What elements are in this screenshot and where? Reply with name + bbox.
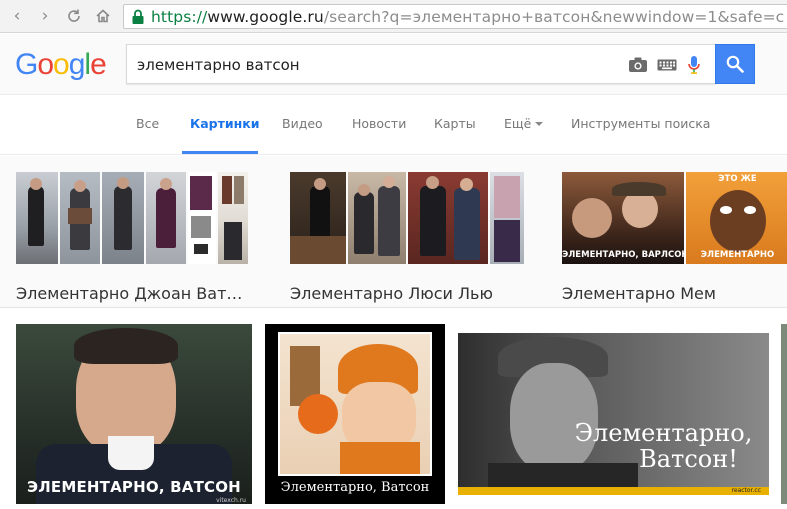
search-box[interactable]: [126, 44, 716, 84]
camera-icon[interactable]: [627, 55, 649, 75]
meme-caption: ЭТО ЖЕ: [718, 174, 757, 184]
search-button[interactable]: [715, 44, 755, 84]
related-label[interactable]: Элементарно Люси Лью: [290, 284, 493, 303]
search-tabs: Все Картинки Видео Новости Карты Ещё Инс…: [0, 95, 787, 155]
logo-letter: e: [90, 48, 107, 81]
related-label[interactable]: Элементарно Джоан Ват…: [16, 284, 242, 303]
image-result[interactable]: Элементарно, Ватсон: [265, 324, 445, 504]
search-header: Google: [0, 34, 787, 95]
image-caption: ЭЛЕМЕНТАРНО, ВАТСОН: [27, 478, 241, 496]
related-thumbnail[interactable]: [348, 172, 406, 264]
logo-letter: G: [15, 48, 38, 81]
logo-letter: g: [68, 48, 86, 81]
keyboard-icon[interactable]: [656, 55, 678, 75]
watermark: reactor.cc: [731, 487, 761, 494]
image-result[interactable]: ЭЛЕМЕНТАРНО, ВАТСОН vitexch.ru: [16, 324, 252, 504]
address-bar[interactable]: https://www.google.ru/search?q=элементар…: [123, 4, 787, 29]
active-tab-indicator: [182, 151, 258, 154]
related-thumbnail[interactable]: [490, 172, 524, 264]
meme-caption: ЭЛЕМЕНТАРНО: [700, 250, 775, 260]
related-thumbnail[interactable]: [188, 172, 216, 264]
related-thumbnail[interactable]: [218, 172, 248, 264]
forward-icon[interactable]: ›: [34, 5, 56, 27]
home-icon[interactable]: [92, 5, 114, 27]
image-caption: Ватсон!: [639, 445, 738, 473]
tab-more[interactable]: Ещё: [504, 116, 544, 131]
tab-maps[interactable]: Карты: [434, 116, 476, 131]
related-card-joan-watson[interactable]: Элементарно Джоан Ват…: [16, 172, 252, 303]
related-thumbnail[interactable]: [16, 172, 58, 264]
browser-toolbar: ‹ › https://www.google.ru/search?q=элеме…: [0, 0, 787, 33]
google-logo[interactable]: Google: [15, 48, 107, 82]
tab-news[interactable]: Новости: [352, 116, 406, 131]
meme-caption: ЭЛЕМЕНТАРНО, ВАРЛСОН: [562, 250, 684, 260]
related-card-lucy-liu[interactable]: Элементарно Люси Лью: [290, 172, 524, 303]
tab-more-label: Ещё: [504, 116, 532, 131]
logo-letter: o: [37, 48, 54, 81]
tab-all[interactable]: Все: [136, 116, 159, 131]
related-thumbnail[interactable]: ЭЛЕМЕНТАРНО, ВАРЛСОН: [562, 172, 684, 264]
tab-images[interactable]: Картинки: [190, 116, 259, 131]
related-label[interactable]: Элементарно Мем: [562, 284, 716, 303]
logo-letter: o: [53, 48, 70, 81]
watermark: vitexch.ru: [216, 497, 246, 504]
image-results: ЭЛЕМЕНТАРНО, ВАТСОН vitexch.ru Элементар…: [0, 309, 787, 509]
related-thumbnail[interactable]: [408, 172, 488, 264]
lock-icon: [129, 8, 147, 26]
image-caption: Элементарно, Ватсон: [280, 480, 430, 495]
related-thumbnail[interactable]: [290, 172, 346, 264]
url-text: https://www.google.ru/search?q=элементар…: [151, 7, 785, 26]
tab-search-tools[interactable]: Инструменты поиска: [571, 116, 710, 131]
tab-video[interactable]: Видео: [282, 116, 323, 131]
search-input[interactable]: [137, 54, 617, 76]
image-caption: Элементарно,: [574, 419, 753, 447]
related-card-meme[interactable]: ЭЛЕМЕНТАРНО, ВАРЛСОН ЭТО ЖЕ ЭЛЕМЕНТАРНО …: [562, 172, 787, 303]
search-icon: [726, 55, 744, 73]
related-thumbnail[interactable]: ЭТО ЖЕ ЭЛЕМЕНТАРНО: [686, 172, 787, 264]
related-thumbnail[interactable]: [102, 172, 144, 264]
chevron-down-icon: [535, 122, 544, 126]
back-icon[interactable]: ‹: [6, 5, 28, 27]
microphone-icon[interactable]: [683, 55, 705, 75]
related-thumbnail[interactable]: [60, 172, 100, 264]
image-result[interactable]: [781, 324, 787, 504]
related-searches: Элементарно Джоан Ват… Элементарно Люси …: [0, 156, 787, 308]
reload-icon[interactable]: [63, 5, 85, 27]
related-thumbnail[interactable]: [146, 172, 186, 264]
image-result[interactable]: Элементарно, Ватсон! reactor.cc: [458, 333, 769, 495]
